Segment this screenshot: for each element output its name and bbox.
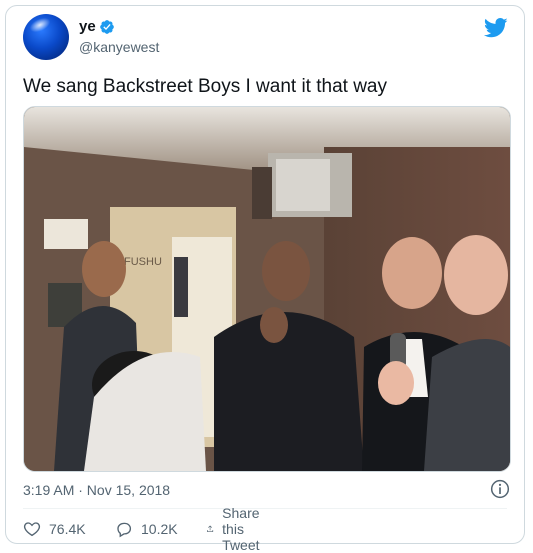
reply-count: 10.2K [141,521,178,537]
verified-badge-icon [100,20,114,34]
info-icon[interactable] [490,479,510,499]
heart-icon [23,522,41,537]
reply-button[interactable]: 10.2K [115,518,178,540]
like-count: 76.4K [49,521,86,537]
twitter-bird-icon[interactable] [484,18,508,38]
share-button[interactable]: Share this Tweet [206,505,269,553]
photo-sign-text: FUSHU [124,256,162,268]
share-label: Share this Tweet [222,505,260,553]
author-handle[interactable]: @kanyewest [79,39,159,55]
tweet-timestamp[interactable]: 3:19 AM · Nov 15, 2018 [23,482,170,498]
tweet-card[interactable]: ye @kanyewest We sang Backstreet Boys I … [5,5,525,553]
photo-illustration: FUSHU [24,107,510,471]
tweet-text: We sang Backstreet Boys I want it that w… [23,76,387,97]
tweet-photo[interactable]: FUSHU [23,106,511,472]
share-icon [207,525,214,533]
like-button[interactable]: 76.4K [23,518,86,540]
author-name[interactable]: ye [79,18,96,35]
reply-icon [117,522,132,538]
author-avatar[interactable] [23,14,69,60]
